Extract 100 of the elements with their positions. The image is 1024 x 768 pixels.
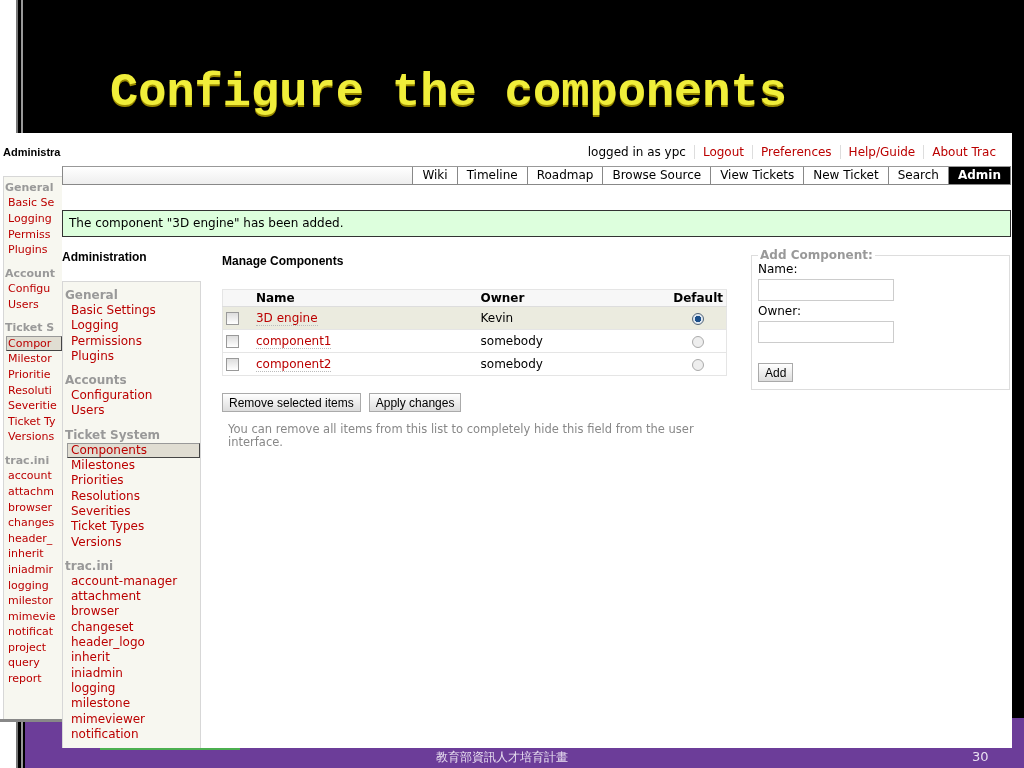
sidebar-item[interactable]: mimevie: [6, 608, 62, 625]
column-header: Default: [670, 289, 727, 307]
checkbox[interactable]: [226, 312, 239, 325]
sidebar-item[interactable]: milestone: [67, 696, 200, 712]
sidebar-item[interactable]: Components: [67, 442, 200, 459]
section-heading: Manage Components: [222, 253, 345, 269]
input-field[interactable]: [758, 279, 894, 301]
sidebar-item[interactable]: Logging: [67, 318, 200, 334]
form-legend: Add Component:: [758, 248, 875, 262]
input-field[interactable]: [758, 321, 894, 343]
slide-footer: 教育部資訊人才培育計畫: [436, 749, 568, 766]
sidebar-item[interactable]: account-manager: [67, 573, 200, 590]
section-heading: General: [5, 180, 55, 196]
sidebar-item[interactable]: Resolutions: [67, 488, 200, 504]
sidebar-item[interactable]: account: [6, 468, 62, 484]
field-label: Name:: [758, 262, 799, 277]
sidebar-item[interactable]: Users: [6, 296, 62, 313]
component-link[interactable]: component1: [255, 334, 332, 349]
default-radio[interactable]: [692, 358, 705, 371]
sidebar-item[interactable]: inherit: [6, 546, 62, 562]
sidebar-item[interactable]: mimeviewer: [67, 711, 200, 727]
sidebar-item[interactable]: notification: [67, 726, 200, 743]
sidebar-heading: Administration: [62, 249, 148, 265]
sidebar-item[interactable]: Milestor: [6, 351, 62, 367]
section-heading: Ticket S: [5, 320, 56, 336]
nav-link[interactable]: Help/Guide: [839, 145, 924, 159]
nav-link[interactable]: Preferences: [752, 145, 840, 159]
page-heading: Administra: [2, 145, 62, 160]
sidebar-item[interactable]: header_logo: [67, 635, 200, 651]
sidebar-item[interactable]: Ticket Ty: [6, 413, 62, 430]
sidebar-item[interactable]: logging: [6, 577, 62, 594]
sidebar-item[interactable]: Plugins: [67, 348, 200, 365]
checkbox[interactable]: [226, 335, 239, 348]
nav-tab[interactable]: Roadmap: [526, 167, 603, 184]
sidebar-item[interactable]: browser: [6, 499, 62, 516]
field-label: Owner:: [758, 304, 802, 319]
sidebar-item[interactable]: iniadmir: [6, 561, 62, 578]
nav-tab[interactable]: Search: [887, 167, 948, 184]
component-link[interactable]: component2: [255, 357, 332, 372]
sidebar-item[interactable]: iniadmin: [67, 665, 200, 681]
nav-tab[interactable]: Admin: [947, 167, 1010, 184]
action-button[interactable]: Apply changes: [368, 393, 462, 412]
sidebar-item[interactable]: Permiss: [6, 226, 62, 243]
sidebar-item[interactable]: Severitie: [6, 398, 62, 414]
section-heading: Accounts: [65, 373, 128, 389]
sidebar-item[interactable]: Milestones: [67, 458, 200, 474]
section-heading: trac.ini: [5, 452, 51, 469]
sidebar-item[interactable]: logging: [67, 680, 200, 697]
nav-link[interactable]: Logout: [693, 145, 753, 159]
checkbox[interactable]: [226, 358, 239, 371]
sidebar-item[interactable]: changes: [6, 515, 62, 531]
sidebar-item[interactable]: Versions: [6, 429, 62, 445]
sidebar-item[interactable]: inherit: [67, 650, 200, 666]
sidebar-item[interactable]: Permissions: [67, 333, 200, 349]
sidebar-item[interactable]: query: [6, 655, 62, 672]
sidebar-item[interactable]: Logging: [6, 211, 62, 227]
slide-title: Configure the components: [110, 66, 787, 119]
sidebar-item[interactable]: Configuration: [67, 388, 200, 404]
nav-tab[interactable]: New Ticket: [803, 167, 888, 184]
sidebar-item[interactable]: Prioritie: [6, 366, 62, 383]
sidebar-item[interactable]: Configu: [6, 281, 62, 297]
nav-tab[interactable]: Browse Source: [602, 167, 711, 184]
sidebar-item[interactable]: attachm: [6, 483, 62, 500]
sidebar-item[interactable]: Basic Se: [6, 195, 62, 211]
table-cell: somebody: [477, 352, 671, 376]
sidebar-item[interactable]: report: [6, 671, 62, 687]
sidebar-item[interactable]: header_: [6, 530, 62, 547]
add-button[interactable]: Add: [758, 363, 794, 382]
action-button[interactable]: Remove selected items: [222, 393, 361, 412]
sidebar-item[interactable]: Users: [67, 403, 200, 419]
section-heading: Ticket System: [65, 427, 162, 443]
section-heading: trac.ini: [65, 558, 115, 574]
sidebar-item[interactable]: Basic Settings: [67, 303, 200, 319]
sidebar-item[interactable]: Plugins: [6, 242, 62, 258]
page-number: 30: [972, 749, 989, 764]
sidebar-item[interactable]: project: [6, 639, 62, 656]
nav-tab[interactable]: View Tickets: [710, 167, 804, 184]
sidebar-item[interactable]: Priorities: [67, 473, 200, 489]
section-heading: Account: [5, 265, 57, 282]
nav-link[interactable]: About Trac: [923, 145, 1004, 159]
component-link[interactable]: 3D engine: [255, 311, 318, 326]
sidebar-item[interactable]: Severities: [67, 503, 200, 520]
sidebar-item[interactable]: attachment: [67, 589, 200, 605]
column-header: Name: [252, 289, 478, 307]
sidebar-item[interactable]: Compor: [6, 335, 62, 352]
sidebar-item[interactable]: Versions: [67, 534, 200, 550]
sidebar-item[interactable]: notificat: [6, 624, 62, 640]
sidebar-item[interactable]: Resoluti: [6, 382, 62, 399]
column-header: Owner: [477, 289, 671, 307]
login-status: logged in as ypc: [586, 145, 687, 159]
nav-tab[interactable]: Wiki: [412, 167, 457, 184]
sidebar-item[interactable]: changeset: [67, 619, 200, 636]
nav-tab[interactable]: Timeline: [456, 167, 527, 184]
default-radio[interactable]: [692, 335, 705, 348]
sidebar-item[interactable]: browser: [67, 604, 200, 620]
notice-message: The component "3D engine" has been added.: [62, 210, 1011, 237]
default-radio[interactable]: [692, 312, 705, 325]
sidebar-item[interactable]: milestor: [6, 593, 62, 609]
sidebar-item[interactable]: Ticket Types: [67, 519, 200, 535]
table-cell: somebody: [477, 329, 671, 353]
